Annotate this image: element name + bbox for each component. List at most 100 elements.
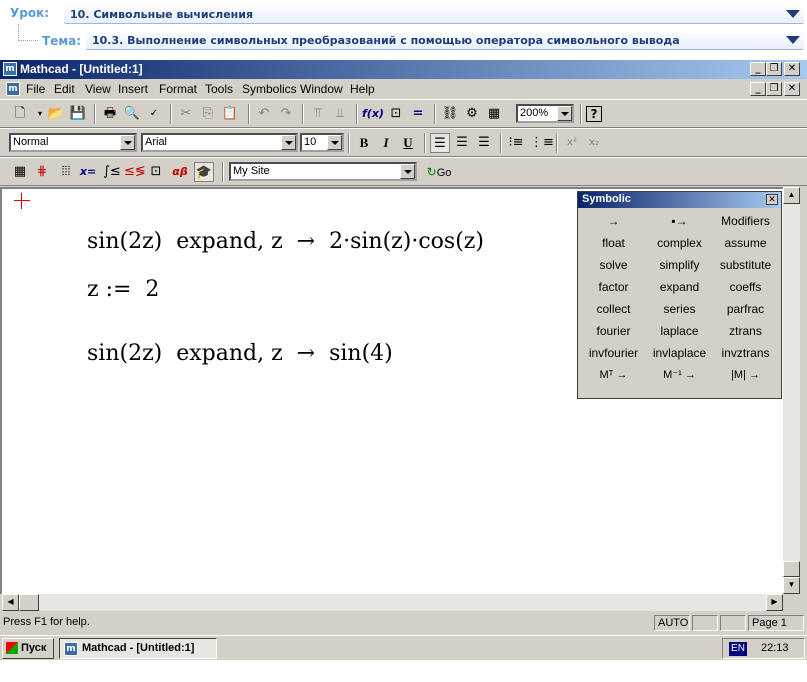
- paste-icon[interactable]: 📋: [220, 104, 240, 124]
- palette-fourier-button[interactable]: fourier: [581, 321, 646, 341]
- matrix-palette-icon[interactable]: ⦙⦙⦙: [56, 162, 76, 182]
- palette-simplify-button[interactable]: simplify: [647, 255, 712, 275]
- palette-inverse-button[interactable]: M⁻¹ →: [647, 365, 712, 385]
- chevron-down-icon[interactable]: [120, 135, 135, 150]
- chevron-down-icon[interactable]: [400, 164, 415, 179]
- italic-button[interactable]: I: [376, 133, 396, 153]
- calculus-palette-icon[interactable]: ∫≤: [102, 162, 122, 182]
- help-icon[interactable]: ?: [586, 106, 602, 122]
- align-center-icon[interactable]: ☰: [452, 133, 472, 153]
- align-right-icon[interactable]: ☰: [474, 133, 494, 153]
- copy-icon[interactable]: ⎘: [198, 104, 218, 124]
- math-region-assignment[interactable]: z := 2: [87, 277, 159, 302]
- palette-transpose-button[interactable]: Mᵀ →: [581, 365, 646, 385]
- palette-series-button[interactable]: series: [647, 299, 712, 319]
- document-icon[interactable]: m: [6, 82, 20, 96]
- chevron-down-icon[interactable]: [557, 106, 572, 121]
- bold-button[interactable]: B: [354, 133, 374, 153]
- boolean-palette-icon[interactable]: ≤≶: [124, 162, 146, 182]
- palette-solve-button[interactable]: solve: [581, 255, 646, 275]
- chevron-down-icon[interactable]: [786, 10, 800, 18]
- vertical-scrollbar[interactable]: ▲ ▼: [783, 187, 800, 594]
- math-region-expand-1[interactable]: sin(2z) expand, z → 2·sin(z)·cos(z): [87, 229, 484, 254]
- font-size-select[interactable]: 10: [300, 133, 344, 152]
- palette-parfrac-button[interactable]: parfrac: [713, 299, 778, 319]
- font-select[interactable]: Arial: [141, 133, 298, 152]
- palette-laplace-button[interactable]: laplace: [647, 321, 712, 341]
- start-button[interactable]: Пуск: [2, 638, 54, 659]
- save-icon[interactable]: 💾: [68, 104, 88, 124]
- minimize-button[interactable]: _: [750, 62, 766, 76]
- menu-help[interactable]: Help: [350, 82, 375, 96]
- calculator-palette-icon[interactable]: ▦: [10, 162, 30, 182]
- close-button[interactable]: ✕: [784, 62, 800, 76]
- palette-title-bar[interactable]: Symbolic ✕: [578, 192, 781, 208]
- graph-palette-icon[interactable]: ⋕: [32, 162, 52, 182]
- print-preview-icon[interactable]: 🔍: [122, 104, 142, 124]
- align-top-icon[interactable]: ⫪: [308, 104, 328, 124]
- menu-edit[interactable]: Edit: [54, 82, 75, 96]
- restore-button[interactable]: ❐: [766, 62, 782, 76]
- resources-select[interactable]: My Site: [229, 162, 417, 181]
- greek-palette-icon[interactable]: αβ: [170, 162, 190, 182]
- palette-invztrans-button[interactable]: invztrans: [713, 343, 778, 363]
- superscript-icon[interactable]: x²: [562, 133, 582, 153]
- palette-keyword-arrow-button[interactable]: ▪→: [647, 211, 712, 231]
- palette-assume-button[interactable]: assume: [713, 233, 778, 253]
- print-icon[interactable]: 🖶: [100, 104, 120, 124]
- palette-invfourier-button[interactable]: invfourier: [581, 343, 646, 363]
- taskbar-mathcad-button[interactable]: m Mathcad - [Untitled:1]: [59, 638, 217, 659]
- scroll-left-icon[interactable]: ◀: [2, 594, 19, 611]
- chevron-down-icon[interactable]: [281, 135, 296, 150]
- title-bar[interactable]: m Mathcad - [Untitled:1] _ ❐ ✕: [0, 60, 807, 79]
- scroll-down-icon[interactable]: ▼: [783, 577, 800, 594]
- palette-arrow-button[interactable]: →: [581, 211, 646, 231]
- palette-complex-button[interactable]: complex: [647, 233, 712, 253]
- symbolic-palette-icon[interactable]: 🎓: [194, 162, 214, 182]
- bullet-list-icon[interactable]: ⁝≡: [506, 133, 526, 153]
- calculate-icon[interactable]: =: [408, 104, 428, 124]
- menu-symbolics[interactable]: Symbolics: [242, 82, 297, 96]
- scroll-right-icon[interactable]: ▶: [766, 594, 783, 611]
- chevron-down-icon[interactable]: [786, 36, 800, 44]
- doc-minimize-button[interactable]: _: [750, 82, 766, 96]
- horizontal-scrollbar[interactable]: ◀ ▶: [2, 594, 783, 611]
- resource-center-icon[interactable]: ▦: [484, 104, 504, 124]
- scroll-thumb[interactable]: [19, 594, 39, 611]
- evaluation-palette-icon[interactable]: x=: [78, 162, 98, 182]
- redo-icon[interactable]: ↷: [276, 104, 296, 124]
- style-select[interactable]: Normal: [9, 133, 137, 152]
- palette-substitute-button[interactable]: substitute: [713, 255, 778, 275]
- palette-modifiers-button[interactable]: Modifiers: [713, 211, 778, 231]
- undo-icon[interactable]: ↶: [254, 104, 274, 124]
- new-document-icon[interactable]: 🗋: [10, 104, 30, 124]
- menu-window[interactable]: Window: [300, 82, 343, 96]
- scroll-up-icon[interactable]: ▲: [783, 187, 800, 204]
- palette-float-button[interactable]: float: [581, 233, 646, 253]
- menu-insert[interactable]: Insert: [118, 82, 148, 96]
- open-folder-icon[interactable]: 📂: [46, 104, 66, 124]
- palette-close-button[interactable]: ✕: [766, 194, 778, 205]
- zoom-select[interactable]: 200%: [516, 104, 574, 123]
- language-indicator[interactable]: EN: [729, 642, 747, 656]
- mathcad-app-icon[interactable]: m: [3, 62, 17, 76]
- scroll-thumb[interactable]: [783, 561, 800, 577]
- chevron-down-icon[interactable]: [327, 135, 342, 150]
- menu-format[interactable]: Format: [159, 82, 197, 96]
- symbolic-palette[interactable]: Symbolic ✕ → ▪→ Modifiers float complex …: [577, 191, 782, 399]
- insert-hyperlink-icon[interactable]: ⛓: [440, 104, 460, 124]
- palette-ztrans-button[interactable]: ztrans: [713, 321, 778, 341]
- palette-factor-button[interactable]: factor: [581, 277, 646, 297]
- doc-restore-button[interactable]: ❐: [766, 82, 782, 96]
- numbered-list-icon[interactable]: ⋮≡: [530, 133, 554, 153]
- topic-select[interactable]: 10.3. Выполнение символьных преобразован…: [86, 30, 804, 50]
- palette-determinant-button[interactable]: |M| →: [713, 365, 778, 385]
- align-left-icon[interactable]: ☰: [430, 133, 450, 153]
- go-button[interactable]: ↻Go: [422, 162, 456, 182]
- lesson-select[interactable]: 10. Символьные вычисления: [64, 4, 804, 24]
- insert-component-icon[interactable]: ⚙: [462, 104, 482, 124]
- align-down-icon[interactable]: ⫫: [330, 104, 350, 124]
- spell-check-icon[interactable]: ✓: [144, 104, 164, 124]
- cut-icon[interactable]: ✂: [176, 104, 196, 124]
- menu-file[interactable]: File: [26, 82, 45, 96]
